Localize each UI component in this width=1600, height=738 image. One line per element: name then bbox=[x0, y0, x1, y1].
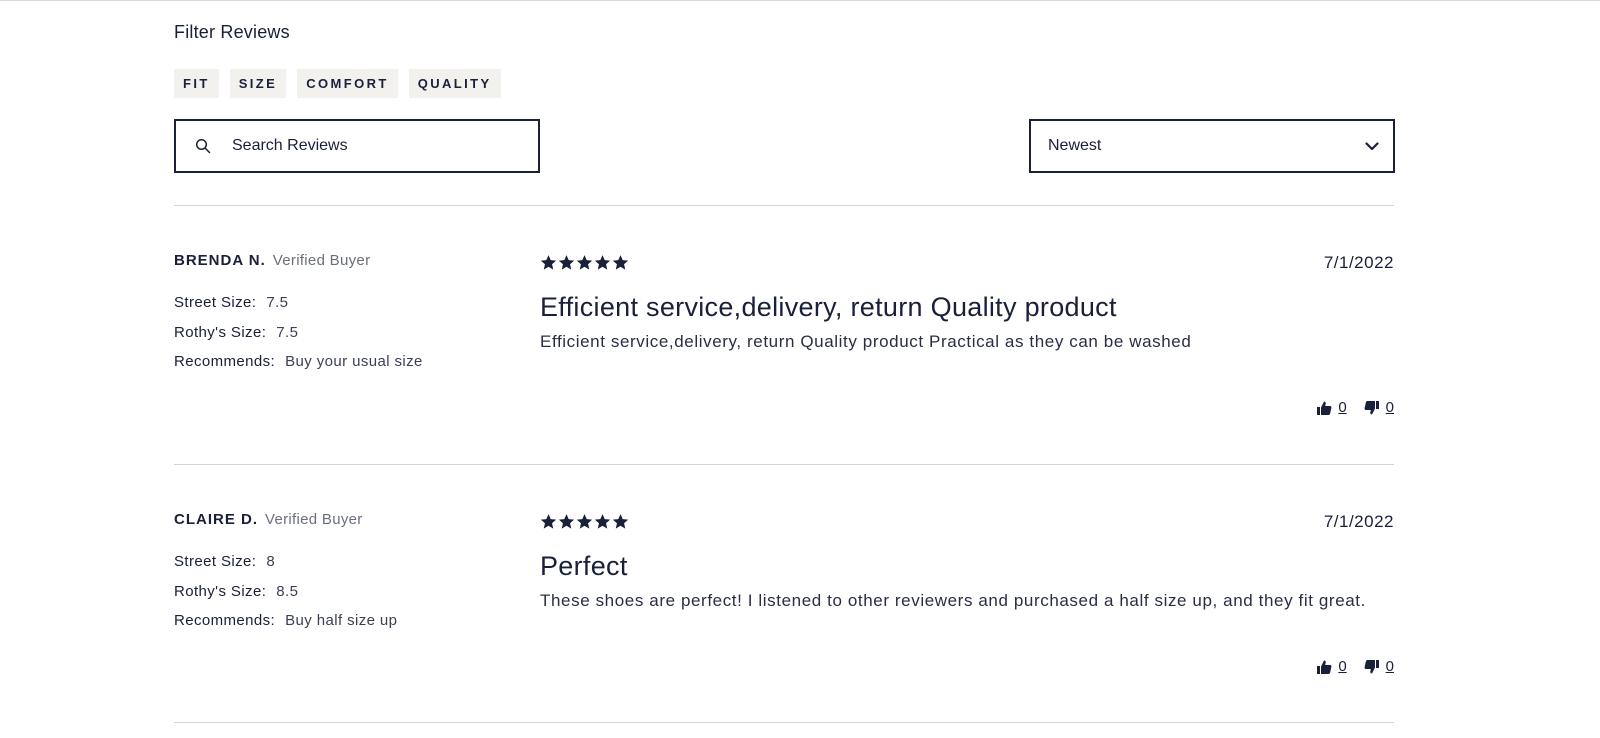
search-reviews-input[interactable] bbox=[232, 137, 512, 155]
search-icon bbox=[195, 138, 211, 154]
filter-chip-size[interactable]: SIZE bbox=[229, 69, 287, 98]
thumbs-down-icon bbox=[1364, 659, 1379, 673]
star-icon bbox=[612, 514, 629, 529]
star-icon bbox=[576, 255, 593, 270]
reviewer-name: BRENDA N. bbox=[174, 252, 266, 269]
filter-chip-fit[interactable]: FIT bbox=[174, 69, 219, 98]
filter-chip-comfort[interactable]: COMFORT bbox=[297, 69, 398, 98]
star-icon bbox=[540, 514, 557, 529]
rothys-size-label: Rothy's Size: bbox=[174, 323, 267, 341]
star-icon bbox=[558, 514, 575, 529]
star-icon bbox=[576, 514, 593, 529]
street-size-label: Street Size: bbox=[174, 294, 257, 311]
search-reviews-box[interactable] bbox=[174, 119, 540, 173]
filter-chips: FIT SIZE COMFORT QUALITY bbox=[174, 69, 501, 98]
recommends-label: Recommends: bbox=[174, 353, 276, 370]
star-rating bbox=[540, 513, 629, 530]
thumbs-down-button[interactable]: 0 bbox=[1364, 658, 1394, 675]
rothys-size-value: 8.5 bbox=[276, 582, 299, 600]
rothys-size-value: 7.5 bbox=[276, 323, 299, 341]
street-size-value: 8 bbox=[266, 553, 276, 570]
helpful-votes: 0 0 bbox=[1316, 399, 1394, 416]
divider bbox=[174, 464, 1394, 465]
helpful-no-count: 0 bbox=[1385, 658, 1394, 675]
thumbs-up-button[interactable]: 0 bbox=[1316, 658, 1347, 675]
star-icon bbox=[594, 514, 611, 529]
review-headline: Efficient service,delivery, return Quali… bbox=[540, 292, 1117, 322]
sort-select[interactable]: Newest bbox=[1029, 119, 1395, 173]
review-headline: Perfect bbox=[540, 551, 628, 581]
star-rating bbox=[540, 254, 629, 271]
top-divider bbox=[0, 0, 1600, 1]
review-body: Efficient service,delivery, return Quali… bbox=[540, 332, 1192, 351]
review-item: BRENDA N. Verified Buyer Street Size: 7.5 … bbox=[174, 252, 1394, 452]
thumbs-up-icon bbox=[1317, 401, 1332, 415]
verified-buyer-badge: Verified Buyer bbox=[265, 511, 363, 528]
review-item: CLAIRE D. Verified Buyer Street Size: 8 Ro… bbox=[174, 511, 1394, 711]
rothys-size-label: Rothy's Size: bbox=[174, 582, 267, 600]
reviewer-attributes: Street Size: 7.5 Rothy's Size: 7.5 Recomme… bbox=[174, 294, 423, 383]
chevron-down-icon bbox=[1365, 141, 1379, 150]
star-icon bbox=[558, 255, 575, 270]
divider bbox=[174, 205, 1394, 206]
helpful-yes-count: 0 bbox=[1338, 658, 1347, 675]
star-icon bbox=[612, 255, 629, 270]
star-icon bbox=[540, 255, 557, 270]
helpful-votes: 0 0 bbox=[1316, 658, 1394, 675]
review-body: These shoes are perfect! I listened to o… bbox=[540, 591, 1366, 610]
sort-selected-value: Newest bbox=[1048, 137, 1102, 154]
filter-chip-quality[interactable]: QUALITY bbox=[408, 69, 501, 98]
street-size-label: Street Size: bbox=[174, 553, 257, 570]
reviewer-attributes: Street Size: 8 Rothy's Size: 8.5 Recommend… bbox=[174, 553, 397, 642]
reviewer-name: CLAIRE D. bbox=[174, 511, 258, 528]
star-icon bbox=[594, 255, 611, 270]
thumbs-down-icon bbox=[1364, 400, 1379, 414]
review-date: 7/1/2022 bbox=[1323, 512, 1394, 531]
recommends-value: Buy half size up bbox=[285, 612, 398, 629]
helpful-no-count: 0 bbox=[1385, 399, 1394, 416]
thumbs-up-icon bbox=[1317, 660, 1332, 674]
recommends-value: Buy your usual size bbox=[285, 353, 423, 370]
verified-buyer-badge: Verified Buyer bbox=[272, 252, 371, 269]
street-size-value: 7.5 bbox=[266, 294, 289, 311]
thumbs-down-button[interactable]: 0 bbox=[1364, 399, 1394, 416]
recommends-label: Recommends: bbox=[174, 612, 276, 629]
thumbs-up-button[interactable]: 0 bbox=[1316, 399, 1347, 416]
filter-reviews-title: Filter Reviews bbox=[174, 22, 290, 42]
reviewer-info: BRENDA N. Verified Buyer bbox=[174, 252, 370, 269]
divider bbox=[174, 722, 1394, 723]
review-date: 7/1/2022 bbox=[1323, 253, 1394, 272]
helpful-yes-count: 0 bbox=[1338, 399, 1347, 416]
reviewer-info: CLAIRE D. Verified Buyer bbox=[174, 511, 363, 528]
